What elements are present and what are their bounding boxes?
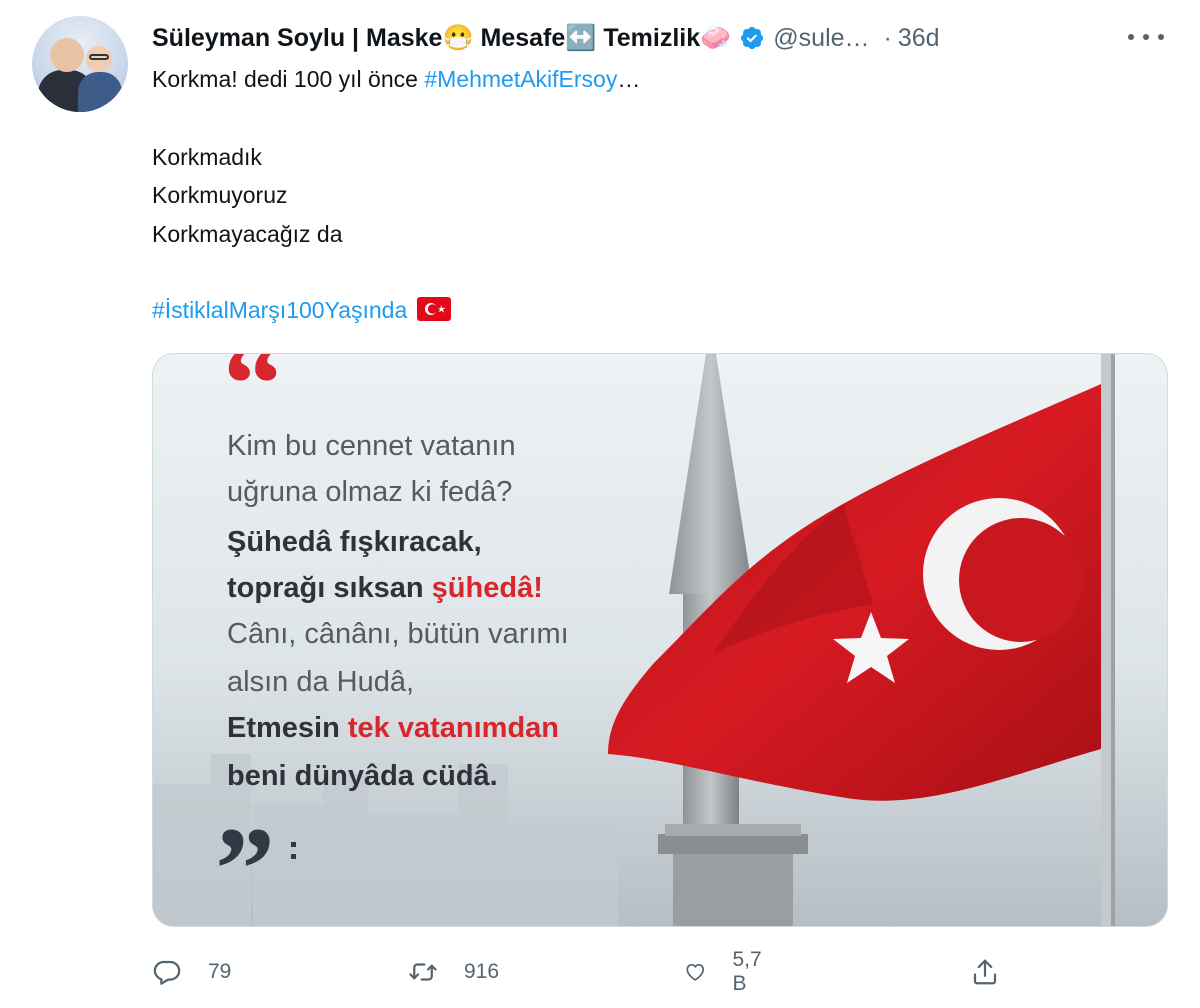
quote-segment: Cânı, cânânı, bütün varımı (227, 618, 569, 650)
tweet-text-line-hashtag: #İstiklalMarşı100Yaşında (152, 297, 452, 324)
quote-segment: şühedâ! (431, 572, 543, 604)
quote-line: beni dünyâda cüdâ. (227, 760, 498, 793)
quote-segment: toprağı sıksan (227, 572, 432, 604)
reply-button[interactable]: 79 (152, 950, 231, 994)
hashtag-link[interactable]: #İstiklalMarşı100Yaşında (152, 297, 407, 323)
quote-segment: Kim bu cennet vatanın (227, 430, 516, 462)
like-button[interactable]: 5,7 B (684, 948, 769, 995)
separator: · (883, 23, 892, 52)
hashtag-link[interactable]: #MehmetAkifErsoy (424, 66, 617, 92)
tweet-header: Süleyman Soylu | Maske😷 Mesafe↔️ Temizli… (152, 18, 1160, 58)
close-quote-mark: ” (215, 802, 275, 927)
like-count: 5,7 B (732, 948, 762, 995)
reply-count: 79 (208, 960, 232, 983)
retweet-count: 916 (464, 960, 500, 983)
ellipsis: … (617, 66, 641, 92)
timestamp[interactable]: 36d (898, 24, 940, 53)
body-line: Korkmayacağız da (152, 221, 343, 247)
retweet-button[interactable]: 916 (408, 950, 499, 994)
quote-segment: tek vatanımdan (347, 712, 560, 744)
tweet-text: Korkma! dedi 100 yıl önce (152, 66, 425, 92)
verified-badge-icon (741, 26, 764, 50)
quote-segment: beni dünyâda cüdâ. (227, 760, 498, 792)
quote-segment: alsın da Hudâ, (227, 666, 415, 698)
reply-icon (153, 960, 181, 985)
more-options-icon[interactable] (1128, 22, 1164, 52)
heart-icon (686, 963, 705, 981)
quote-line: Cânı, cânânı, bütün varımı (227, 618, 569, 651)
quote-segment: Etmesin (227, 712, 348, 744)
quote-line: alsın da Hudâ, (227, 666, 414, 699)
body-line: Korkmadık (152, 144, 262, 170)
retweet-icon (409, 963, 437, 981)
turkey-flag-emoji-icon (417, 297, 452, 321)
tweet-image[interactable]: “ ” Kim bu cennet vatanın uğruna olmaz k… (152, 353, 1168, 927)
quote-line: Etmesin tek vatanımdan (227, 712, 559, 745)
quote-line: Kim bu cennet vatanın (227, 430, 516, 463)
tweet-text-line1: Korkma! dedi 100 yıl önce #MehmetAkifErs… (152, 66, 640, 93)
quote-line: uğruna olmaz ki fedâ? (227, 476, 512, 509)
quote-line: toprağı sıksan şühedâ! (227, 572, 543, 605)
quote-segment: uğruna olmaz ki fedâ? (227, 476, 513, 508)
share-button[interactable] (970, 950, 1026, 994)
avatar[interactable] (32, 16, 128, 112)
share-icon (973, 959, 997, 985)
body-line: Korkmuyoruz (152, 182, 288, 208)
display-name[interactable]: Süleyman Soylu | Maske😷 Mesafe↔️ Temizli… (152, 24, 731, 53)
handle[interactable]: @sule… (773, 24, 869, 53)
quote-segment: Şühedâ fışkıracak, (227, 526, 482, 558)
quote-line: Şühedâ fışkıracak, (227, 526, 482, 559)
